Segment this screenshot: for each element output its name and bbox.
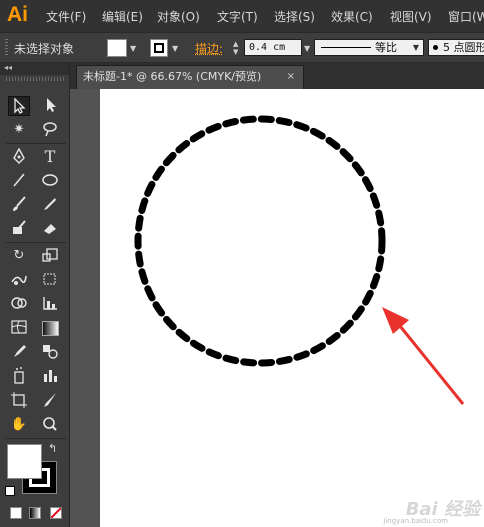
fill-color-box[interactable] (7, 444, 42, 479)
annotation-arrow-shaft (398, 325, 465, 405)
dashed-circle[interactable] (134, 115, 386, 367)
watermark-url: jingyan.baidu.com (383, 517, 448, 525)
artwork-overlay (134, 115, 465, 405)
